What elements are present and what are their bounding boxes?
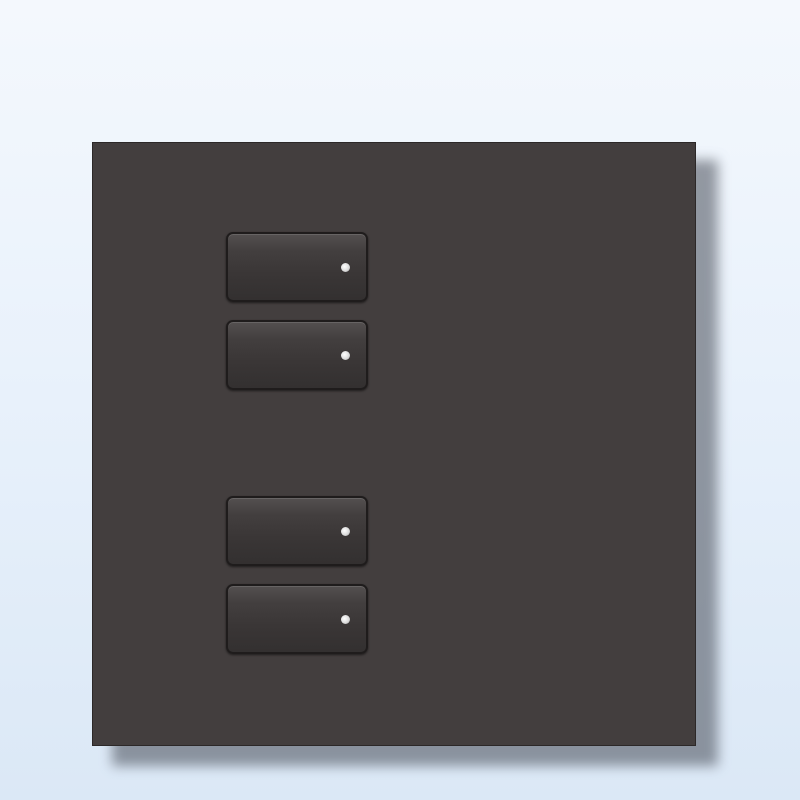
keypad-button-2[interactable]: [226, 320, 368, 390]
keypad-button-4[interactable]: [226, 584, 368, 654]
led-indicator-icon: [341, 615, 350, 624]
led-indicator-icon: [341, 527, 350, 536]
led-indicator-icon: [341, 351, 350, 360]
keypad-wall-plate: [92, 142, 696, 746]
keypad-button-1[interactable]: [226, 232, 368, 302]
led-indicator-icon: [341, 263, 350, 272]
keypad-button-3[interactable]: [226, 496, 368, 566]
